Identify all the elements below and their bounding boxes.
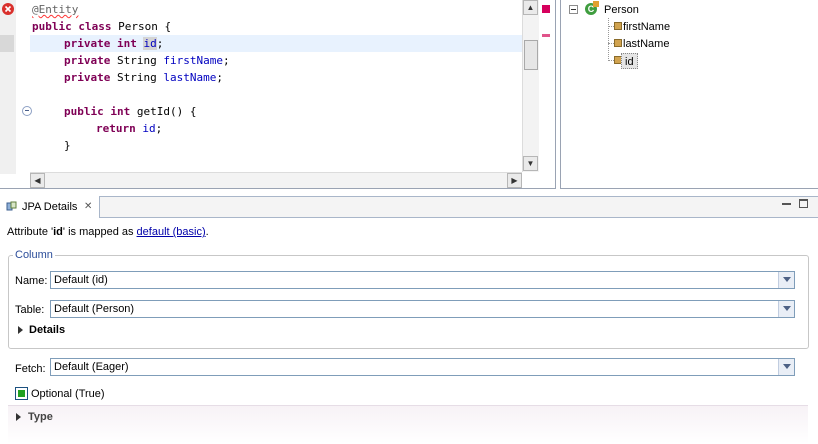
overview-marker[interactable] — [542, 34, 550, 37]
tab-label: JPA Details — [22, 201, 78, 213]
default-basic-link[interactable]: default (basic) — [137, 226, 206, 238]
outline-item-lastname[interactable]: lastName — [623, 36, 669, 52]
code-line-7: public int getId() { — [64, 105, 197, 118]
table-label: Table: — [15, 304, 45, 316]
line-marker — [0, 35, 14, 52]
outline-item-firstname[interactable]: firstName — [623, 19, 670, 35]
code-line-5: private String lastName; — [64, 71, 223, 84]
attribute-mapping-text: Attribute 'id' is mapped as default (bas… — [7, 226, 209, 238]
editor-folding-ruler — [16, 0, 30, 174]
expand-type-icon[interactable] — [16, 413, 21, 421]
expand-details-icon[interactable] — [18, 326, 23, 334]
java-editor[interactable]: @Entity public class Person { private in… — [0, 0, 556, 189]
collapse-method-icon[interactable] — [22, 106, 32, 116]
error-overview-marker[interactable] — [542, 5, 550, 13]
chevron-down-icon[interactable] — [778, 359, 794, 375]
optional-checkbox[interactable] — [15, 387, 28, 400]
view-tab-bar — [0, 196, 818, 218]
details-section-toggle[interactable]: Details — [29, 323, 65, 337]
fetch-combo-value: Default (Eager) — [54, 361, 129, 373]
name-combo-value: Default (id) — [54, 274, 108, 286]
editor-horizontal-scrollbar[interactable]: ◀ ▶ — [30, 172, 522, 188]
optional-checkbox-label: Optional (True) — [31, 388, 105, 400]
outline-item-id[interactable]: id — [621, 53, 638, 69]
outline-item-person[interactable]: Person — [604, 2, 639, 18]
jpa-details-icon — [6, 201, 17, 212]
fetch-combo[interactable]: Default (Eager) — [50, 358, 795, 376]
table-combo-value: Default (Person) — [54, 303, 135, 315]
outline-view[interactable]: C Person firstName lastName id — [560, 0, 818, 189]
code-line-9: } — [64, 139, 71, 152]
name-combo[interactable]: Default (id) — [50, 271, 795, 289]
field-icon — [614, 39, 622, 47]
annotation-entity: @Entity — [32, 3, 79, 16]
code-line-2: public class Person { — [32, 20, 172, 33]
field-icon — [614, 22, 622, 30]
close-icon[interactable]: ✕ — [84, 200, 92, 214]
tab-jpa-details[interactable]: JPA Details ✕ — [0, 196, 100, 218]
table-combo[interactable]: Default (Person) — [50, 300, 795, 318]
code-line-8: return id; — [96, 122, 163, 135]
chevron-down-icon[interactable] — [778, 272, 794, 288]
overview-ruler — [539, 0, 553, 172]
collapse-icon[interactable] — [569, 5, 578, 14]
chevron-down-icon[interactable] — [778, 301, 794, 317]
editor-vertical-scrollbar[interactable]: ▲ ▼ — [522, 0, 539, 172]
scroll-up-icon[interactable]: ▲ — [523, 0, 538, 15]
entity-overlay-icon — [593, 1, 599, 7]
code-line-1: @Entity — [32, 1, 78, 18]
type-section — [8, 405, 808, 444]
scroll-thumb[interactable] — [524, 40, 538, 70]
scroll-left-icon[interactable]: ◀ — [30, 173, 45, 188]
editor-ruler — [0, 0, 16, 174]
code-line-3: private int id; — [64, 37, 164, 50]
code-line-4: private String firstName; — [64, 54, 230, 67]
fetch-label: Fetch: — [15, 363, 46, 375]
minimize-icon[interactable] — [782, 203, 791, 205]
name-label: Name: — [15, 275, 48, 287]
maximize-icon[interactable] — [799, 199, 808, 208]
scroll-right-icon[interactable]: ▶ — [507, 173, 522, 188]
scroll-down-icon[interactable]: ▼ — [523, 156, 538, 171]
type-section-toggle[interactable]: Type — [28, 410, 53, 424]
error-icon[interactable] — [2, 3, 14, 15]
tree-line — [608, 18, 610, 61]
column-group-title: Column — [13, 248, 55, 262]
